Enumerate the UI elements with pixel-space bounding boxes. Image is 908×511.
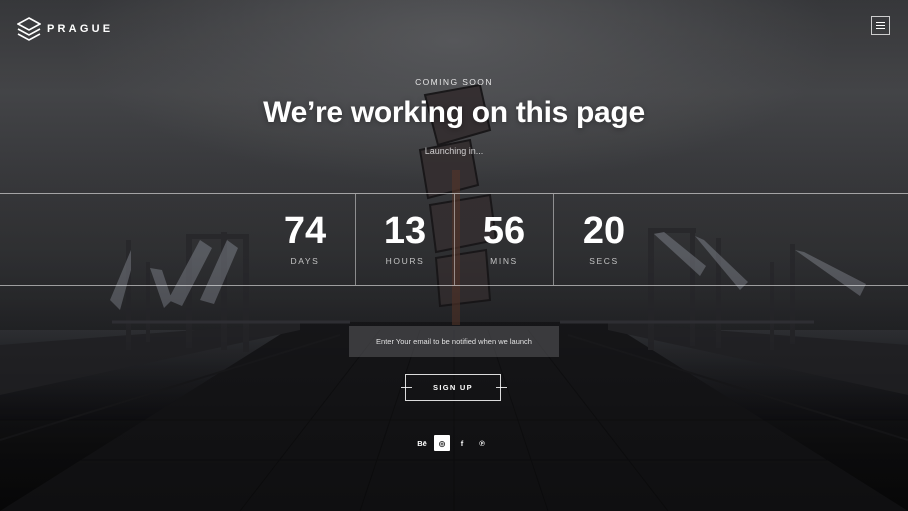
brand-name: PRAGUE <box>47 23 114 35</box>
brand-logo[interactable]: PRAGUE <box>17 17 113 41</box>
social-links: Bē ◎ f ℗ <box>414 435 490 451</box>
countdown-label: MINS <box>490 256 518 266</box>
behance-icon[interactable]: Bē <box>414 435 430 451</box>
countdown-secs: 20 SECS <box>554 194 654 285</box>
menu-line <box>876 25 885 26</box>
page-title: We’re working on this page <box>263 96 645 129</box>
dribbble-icon[interactable]: ◎ <box>434 435 450 451</box>
eyebrow-text: COMING SOON <box>415 77 493 87</box>
signup-group: SIGN UP <box>401 374 507 401</box>
countdown-value: 74 <box>283 210 327 252</box>
decorative-line <box>496 387 507 388</box>
countdown-label: HOURS <box>385 256 425 266</box>
countdown-label: DAYS <box>290 256 320 266</box>
countdown-days: 74 DAYS <box>255 194 355 285</box>
menu-line <box>876 22 885 23</box>
countdown-mins: 56 MINS <box>454 194 554 285</box>
countdown-value: 20 <box>582 210 626 252</box>
hamburger-menu-icon[interactable] <box>871 16 890 35</box>
countdown-value: 56 <box>482 210 526 252</box>
countdown-label: SECS <box>589 256 619 266</box>
coming-soon-page: PRAGUE COMING SOON We’re working on this… <box>0 0 908 511</box>
signup-button[interactable]: SIGN UP <box>405 374 501 401</box>
pinterest-icon[interactable]: ℗ <box>474 435 490 451</box>
countdown-value: 13 <box>383 210 427 252</box>
countdown-band: 74 DAYS 13 HOURS 56 MINS 20 SECS <box>0 193 908 286</box>
countdown-hours: 13 HOURS <box>355 194 455 285</box>
facebook-icon[interactable]: f <box>454 435 470 451</box>
menu-line <box>876 28 885 29</box>
launching-text: Launching in... <box>424 146 484 156</box>
stacked-diamond-logo-icon <box>17 17 41 41</box>
email-input[interactable] <box>349 326 559 357</box>
